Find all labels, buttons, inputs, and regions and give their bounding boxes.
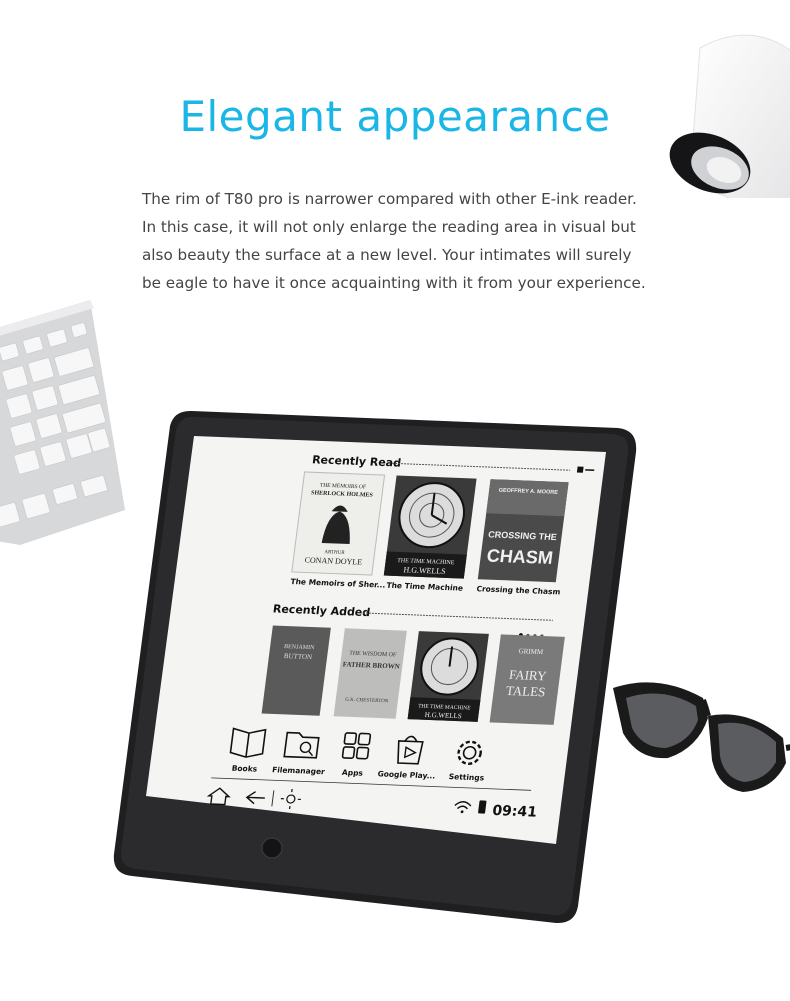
chasm-cover (486, 479, 569, 517)
device-screen: Recently Read THE MEMOIRS OF SHERLOCK HO… (206, 453, 595, 821)
battery-icon (478, 800, 487, 814)
father-brown-cover (333, 628, 407, 719)
speaker-image (669, 34, 790, 198)
svg-text:BENJAMIN: BENJAMIN (284, 644, 316, 651)
benjamin-button-cover (261, 625, 331, 716)
ereader-device: Recently Read THE MEMOIRS OF SHERLOCK HO… (108, 406, 648, 926)
description-line: In this case, it will not only enlarge t… (142, 218, 636, 236)
svg-text:Books: Books (231, 764, 258, 774)
app-filemanager[interactable]: Filemanager (272, 731, 330, 776)
svg-text:Apps: Apps (341, 768, 364, 778)
back-icon[interactable] (245, 791, 266, 805)
book-card[interactable]: THE WISDOM OF FATHER BROWN G.K. CHESTERT… (333, 628, 407, 719)
svg-text:H.G.WELLS: H.G.WELLS (424, 711, 462, 720)
book-card[interactable]: BENJAMIN BUTTON (261, 625, 331, 716)
book-card[interactable]: THE TIME MACHINE H.G.WELLS (407, 631, 489, 722)
svg-text:TALES: TALES (505, 683, 546, 699)
book-title: The Time Machine (386, 581, 464, 593)
status-bar: 09:41 (206, 787, 538, 821)
home-icon[interactable] (206, 787, 231, 806)
app-apps[interactable]: Apps (340, 732, 372, 778)
svg-text:Google Play...: Google Play... (377, 769, 436, 780)
svg-text:H.G.WELLS: H.G.WELLS (403, 565, 446, 576)
svg-text:Filemanager: Filemanager (272, 765, 326, 776)
svg-text:FAIRY: FAIRY (508, 667, 548, 683)
apps-grid-icon (341, 732, 372, 760)
wifi-icon (454, 801, 472, 810)
app-settings[interactable]: Settings (448, 740, 489, 782)
description-line: also beauty the surface at a new level. … (142, 246, 632, 264)
app-books[interactable]: Books (228, 727, 267, 774)
book-card[interactable]: THE MEMOIRS OF SHERLOCK HOLMES ARTHUR CO… (290, 471, 400, 590)
recently-added-label: Recently Added (272, 602, 371, 619)
book-title: The Memoirs of Sher... (290, 577, 386, 590)
recently-read-label: Recently Read (311, 453, 402, 469)
svg-text:BUTTON: BUTTON (283, 652, 312, 661)
brightness-icon[interactable] (280, 789, 303, 810)
book-card[interactable]: GRIMM FAIRY TALES (489, 634, 565, 725)
book-title: Crossing the Chasm (476, 584, 561, 596)
clock: 09:41 (491, 803, 538, 821)
gear-icon (457, 740, 482, 765)
app-google-play[interactable]: Google Play... (377, 735, 440, 781)
svg-text:CHASM: CHASM (486, 546, 555, 568)
description-line: be eagle to have it once acquainting wit… (142, 274, 646, 292)
description-line: The rim of T80 pro is narrower compared … (142, 190, 637, 208)
book-card[interactable]: GEOFFREY A. MOORE CROSSING THE CHASM Cro… (476, 479, 575, 596)
svg-text:Settings: Settings (448, 772, 485, 782)
description-paragraph: The rim of T80 pro is narrower compared … (142, 185, 702, 297)
svg-text:GRIMM: GRIMM (518, 647, 544, 656)
book-icon (229, 727, 267, 758)
book-card[interactable]: THE TIME MACHINE H.G.WELLS The Time Mach… (382, 475, 477, 593)
svg-text:ARTHUR: ARTHUR (324, 550, 346, 556)
device-home-button[interactable] (260, 836, 284, 860)
